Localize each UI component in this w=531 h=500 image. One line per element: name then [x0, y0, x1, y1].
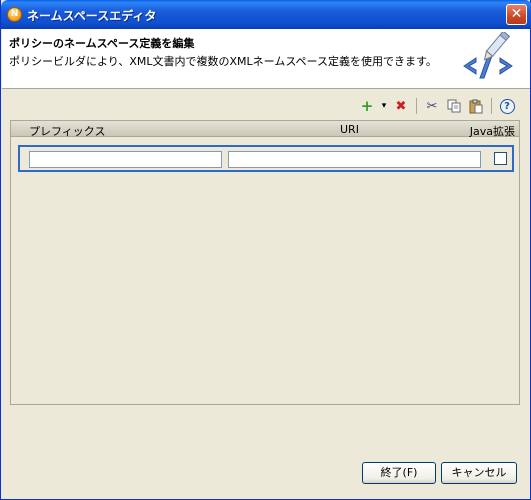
copy-svg	[447, 99, 461, 113]
delete-icon[interactable]: ✖	[392, 97, 410, 115]
table-row[interactable]	[18, 145, 514, 172]
cut-icon[interactable]: ✂	[423, 97, 441, 115]
prefix-input[interactable]	[29, 151, 222, 168]
finish-button[interactable]: 終了(F)	[362, 462, 436, 484]
add-dropdown-chevron-icon[interactable]: ▾	[380, 97, 388, 115]
column-header-uri: URI	[340, 123, 359, 136]
title-bar[interactable]: N ネームスペースエディタ ✕	[1, 0, 531, 29]
close-button[interactable]: ✕	[506, 4, 527, 25]
banner-description: ポリシービルダにより、XML文書内で複数のXMLネームスペース定義を使用できます…	[9, 55, 437, 68]
app-icon: N	[7, 7, 22, 22]
cancel-button[interactable]: キャンセル	[441, 462, 517, 484]
column-header-java-extension: Java拡張	[469, 125, 515, 138]
column-header-prefix: プレフィックス	[29, 125, 106, 138]
cut-glyph: ✂	[426, 98, 438, 114]
uri-input[interactable]	[228, 151, 481, 168]
window-title: ネームスペースエディタ	[27, 9, 157, 23]
namespace-table: プレフィックス URI Java拡張	[10, 120, 520, 405]
help-icon[interactable]: ?	[498, 97, 516, 115]
namespace-editor-window: N ネームスペースエディタ ✕ ポリシーのネームスペース定義を編集 ポリシービル…	[0, 0, 531, 500]
add-icon[interactable]: +	[358, 97, 376, 115]
copy-icon[interactable]	[445, 97, 463, 115]
table-header: プレフィックス URI Java拡張	[11, 121, 519, 138]
toolbar-separator	[491, 98, 492, 114]
add-glyph: +	[360, 97, 374, 115]
paste-icon[interactable]	[467, 97, 485, 115]
help-glyph: ?	[499, 98, 515, 114]
java-extension-checkbox[interactable]	[494, 152, 507, 165]
xml-tag-pen-icon	[463, 32, 513, 79]
toolbar: + ▾ ✖ ✂ ?	[358, 96, 516, 116]
toolbar-separator	[416, 98, 417, 114]
dropdown-glyph: ▾	[381, 101, 387, 111]
paste-svg	[469, 99, 483, 113]
banner-title: ポリシーのネームスペース定義を編集	[9, 37, 195, 50]
header-banner: ポリシーのネームスペース定義を編集 ポリシービルダにより、XML文書内で複数のX…	[2, 29, 530, 89]
delete-glyph: ✖	[395, 98, 407, 114]
